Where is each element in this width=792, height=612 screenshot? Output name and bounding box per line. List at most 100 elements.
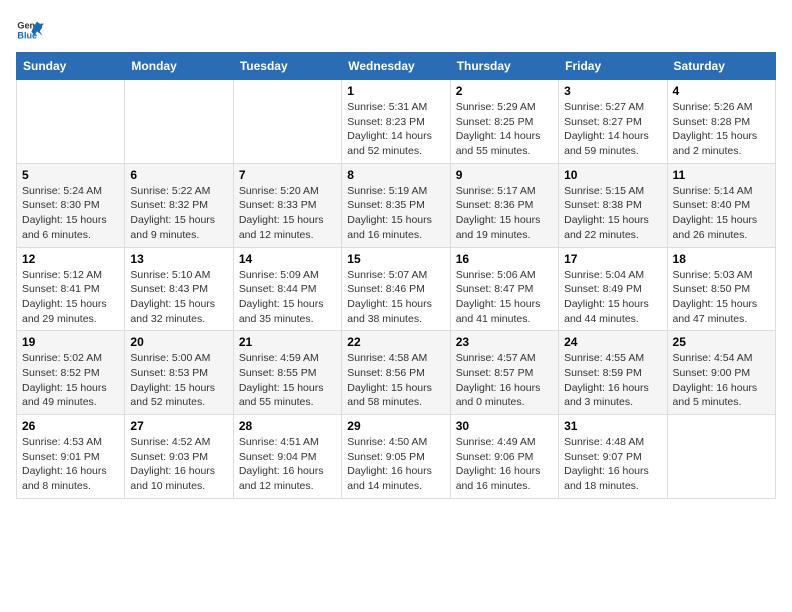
day-info: Sunrise: 5:14 AM Sunset: 8:40 PM Dayligh… [673,184,770,243]
day-info: Sunrise: 4:51 AM Sunset: 9:04 PM Dayligh… [239,435,336,494]
day-cell: 16 Sunrise: 5:06 AM Sunset: 8:47 PM Dayli… [450,247,558,331]
day-info: Sunrise: 5:06 AM Sunset: 8:47 PM Dayligh… [456,268,553,327]
day-number: 16 [456,252,553,266]
day-info: Sunrise: 4:53 AM Sunset: 9:01 PM Dayligh… [22,435,119,494]
day-info: Sunrise: 5:09 AM Sunset: 8:44 PM Dayligh… [239,268,336,327]
day-number: 4 [673,84,770,98]
calendar-table: SundayMondayTuesdayWednesdayThursdayFrid… [16,52,776,499]
day-number: 2 [456,84,553,98]
day-cell: 3 Sunrise: 5:27 AM Sunset: 8:27 PM Daylig… [559,80,667,164]
day-info: Sunrise: 5:03 AM Sunset: 8:50 PM Dayligh… [673,268,770,327]
day-number: 22 [347,335,444,349]
day-number: 11 [673,168,770,182]
day-cell: 20 Sunrise: 5:00 AM Sunset: 8:53 PM Dayli… [125,331,233,415]
day-info: Sunrise: 5:00 AM Sunset: 8:53 PM Dayligh… [130,351,227,410]
day-number: 17 [564,252,661,266]
day-number: 13 [130,252,227,266]
day-info: Sunrise: 4:50 AM Sunset: 9:05 PM Dayligh… [347,435,444,494]
day-info: Sunrise: 4:49 AM Sunset: 9:06 PM Dayligh… [456,435,553,494]
day-info: Sunrise: 5:07 AM Sunset: 8:46 PM Dayligh… [347,268,444,327]
day-cell: 1Sunrise: 5:31 AM Sunset: 8:23 PM Daylig… [342,80,450,164]
day-number: 30 [456,419,553,433]
day-info: Sunrise: 5:02 AM Sunset: 8:52 PM Dayligh… [22,351,119,410]
day-cell: 2 Sunrise: 5:29 AM Sunset: 8:25 PM Daylig… [450,80,558,164]
day-info: Sunrise: 5:24 AM Sunset: 8:30 PM Dayligh… [22,184,119,243]
header-cell-saturday: Saturday [667,53,775,80]
day-info: Sunrise: 5:12 AM Sunset: 8:41 PM Dayligh… [22,268,119,327]
header-cell-tuesday: Tuesday [233,53,341,80]
day-number: 6 [130,168,227,182]
day-cell: 4Sunrise: 5:26 AM Sunset: 8:28 PM Daylig… [667,80,775,164]
day-cell: 12 Sunrise: 5:12 AM Sunset: 8:41 PM Dayli… [17,247,125,331]
week-row-4: 26 Sunrise: 4:53 AM Sunset: 9:01 PM Dayli… [17,415,776,499]
logo-icon: General Blue [16,16,44,44]
day-info: Sunrise: 4:48 AM Sunset: 9:07 PM Dayligh… [564,435,661,494]
day-info: Sunrise: 5:20 AM Sunset: 8:33 PM Dayligh… [239,184,336,243]
day-number: 20 [130,335,227,349]
day-cell: 31 Sunrise: 4:48 AM Sunset: 9:07 PM Dayli… [559,415,667,499]
day-number: 18 [673,252,770,266]
day-cell: 13 Sunrise: 5:10 AM Sunset: 8:43 PM Dayli… [125,247,233,331]
day-number: 5 [22,168,119,182]
day-number: 10 [564,168,661,182]
day-cell: 25 Sunrise: 4:54 AM Sunset: 9:00 PM Dayli… [667,331,775,415]
day-cell: 22 Sunrise: 4:58 AM Sunset: 8:56 PM Dayli… [342,331,450,415]
day-info: Sunrise: 4:58 AM Sunset: 8:56 PM Dayligh… [347,351,444,410]
day-info: Sunrise: 4:59 AM Sunset: 8:55 PM Dayligh… [239,351,336,410]
day-info: Sunrise: 4:52 AM Sunset: 9:03 PM Dayligh… [130,435,227,494]
day-number: 12 [22,252,119,266]
day-number: 31 [564,419,661,433]
day-number: 27 [130,419,227,433]
day-cell: 7 Sunrise: 5:20 AM Sunset: 8:33 PM Daylig… [233,163,341,247]
header-cell-monday: Monday [125,53,233,80]
day-number: 28 [239,419,336,433]
day-info: Sunrise: 5:15 AM Sunset: 8:38 PM Dayligh… [564,184,661,243]
day-info: Sunrise: 5:17 AM Sunset: 8:36 PM Dayligh… [456,184,553,243]
day-info: Sunrise: 5:10 AM Sunset: 8:43 PM Dayligh… [130,268,227,327]
day-cell: 18 Sunrise: 5:03 AM Sunset: 8:50 PM Dayli… [667,247,775,331]
day-number: 9 [456,168,553,182]
day-cell [233,80,341,164]
day-number: 26 [22,419,119,433]
header-cell-wednesday: Wednesday [342,53,450,80]
day-cell: 14Sunrise: 5:09 AM Sunset: 8:44 PM Dayli… [233,247,341,331]
day-cell: 10 Sunrise: 5:15 AM Sunset: 8:38 PM Dayli… [559,163,667,247]
day-info: Sunrise: 5:19 AM Sunset: 8:35 PM Dayligh… [347,184,444,243]
day-number: 25 [673,335,770,349]
day-number: 23 [456,335,553,349]
day-info: Sunrise: 4:55 AM Sunset: 8:59 PM Dayligh… [564,351,661,410]
day-cell: 27 Sunrise: 4:52 AM Sunset: 9:03 PM Dayli… [125,415,233,499]
logo: General Blue [16,16,44,44]
day-info: Sunrise: 5:22 AM Sunset: 8:32 PM Dayligh… [130,184,227,243]
day-number: 29 [347,419,444,433]
day-cell: 9 Sunrise: 5:17 AM Sunset: 8:36 PM Daylig… [450,163,558,247]
day-info: Sunrise: 5:29 AM Sunset: 8:25 PM Dayligh… [456,100,553,159]
day-info: Sunrise: 4:54 AM Sunset: 9:00 PM Dayligh… [673,351,770,410]
day-info: Sunrise: 5:27 AM Sunset: 8:27 PM Dayligh… [564,100,661,159]
day-cell: 23Sunrise: 4:57 AM Sunset: 8:57 PM Dayli… [450,331,558,415]
day-cell [17,80,125,164]
day-cell [125,80,233,164]
week-row-0: 1Sunrise: 5:31 AM Sunset: 8:23 PM Daylig… [17,80,776,164]
day-number: 8 [347,168,444,182]
header-row: SundayMondayTuesdayWednesdayThursdayFrid… [17,53,776,80]
day-cell [667,415,775,499]
day-cell: 26 Sunrise: 4:53 AM Sunset: 9:01 PM Dayli… [17,415,125,499]
day-number: 24 [564,335,661,349]
day-cell: 6 Sunrise: 5:22 AM Sunset: 8:32 PM Daylig… [125,163,233,247]
header: General Blue [16,16,776,44]
day-number: 1 [347,84,444,98]
day-cell: 24 Sunrise: 4:55 AM Sunset: 8:59 PM Dayli… [559,331,667,415]
week-row-2: 12 Sunrise: 5:12 AM Sunset: 8:41 PM Dayli… [17,247,776,331]
day-number: 21 [239,335,336,349]
day-cell: 28 Sunrise: 4:51 AM Sunset: 9:04 PM Dayli… [233,415,341,499]
day-number: 19 [22,335,119,349]
day-cell: 8 Sunrise: 5:19 AM Sunset: 8:35 PM Daylig… [342,163,450,247]
header-cell-thursday: Thursday [450,53,558,80]
day-number: 3 [564,84,661,98]
day-info: Sunrise: 5:04 AM Sunset: 8:49 PM Dayligh… [564,268,661,327]
day-number: 7 [239,168,336,182]
day-cell: 30 Sunrise: 4:49 AM Sunset: 9:06 PM Dayli… [450,415,558,499]
day-cell: 21 Sunrise: 4:59 AM Sunset: 8:55 PM Dayli… [233,331,341,415]
header-cell-friday: Friday [559,53,667,80]
